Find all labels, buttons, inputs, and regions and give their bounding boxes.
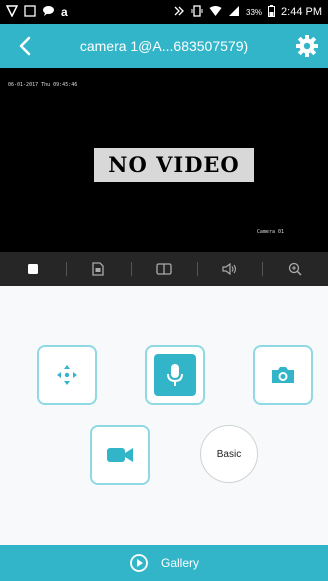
volume-button[interactable]	[196, 252, 263, 286]
video-camera-icon	[107, 448, 133, 462]
split-screen-icon	[156, 263, 172, 275]
gear-icon	[296, 35, 318, 57]
nfc-icon	[173, 5, 185, 20]
cell-signal-icon	[228, 5, 240, 20]
camera-icon	[272, 367, 294, 383]
settings-button[interactable]	[294, 33, 320, 59]
basic-mode-button[interactable]: Basic	[200, 425, 258, 483]
camera-label: Camera 01	[256, 229, 284, 235]
stop-icon	[27, 264, 38, 274]
video-toolbar	[0, 252, 328, 286]
microphone-icon	[167, 364, 183, 386]
back-button[interactable]	[14, 34, 38, 58]
chevron-left-icon	[19, 36, 31, 56]
clock: 2:44 PM	[281, 6, 322, 18]
gallery-button[interactable]: Gallery	[0, 545, 328, 581]
video-timestamp: 06-01-2017 Thu 09:45:46	[8, 82, 78, 88]
record-video-button[interactable]	[90, 425, 150, 485]
page-title: camera 1@A...683507579)	[79, 38, 249, 54]
signal-alt-icon	[5, 4, 19, 20]
record-sd-button[interactable]	[65, 252, 132, 286]
title-bar: camera 1@A...683507579)	[0, 24, 328, 68]
chat-icon	[42, 5, 55, 20]
stop-button[interactable]	[0, 252, 66, 286]
play-circle-icon	[130, 554, 148, 572]
wifi-icon	[209, 5, 222, 20]
snapshot-button[interactable]	[253, 345, 313, 405]
volume-icon	[221, 263, 236, 275]
sd-record-icon	[92, 262, 105, 276]
battery-icon	[268, 4, 276, 20]
video-view[interactable]: 06-01-2017 Thu 09:45:46 NO VIDEO Camera …	[0, 68, 328, 252]
microphone-button[interactable]	[145, 345, 205, 405]
image-icon	[24, 4, 36, 20]
ptz-arrows-icon	[57, 365, 77, 385]
zoom-button[interactable]	[262, 252, 328, 286]
ptz-control-button[interactable]	[37, 345, 97, 405]
no-video-message: NO VIDEO	[94, 148, 254, 182]
vibrate-icon	[191, 4, 203, 20]
amazon-icon: a	[61, 5, 68, 19]
zoom-icon	[289, 262, 302, 276]
gallery-label: Gallery	[160, 556, 199, 570]
basic-label: Basic	[216, 448, 242, 460]
battery-percent: 33%	[246, 7, 263, 17]
split-screen-button[interactable]	[131, 252, 197, 286]
status-bar: a 33% 2:44 PM	[0, 0, 328, 24]
